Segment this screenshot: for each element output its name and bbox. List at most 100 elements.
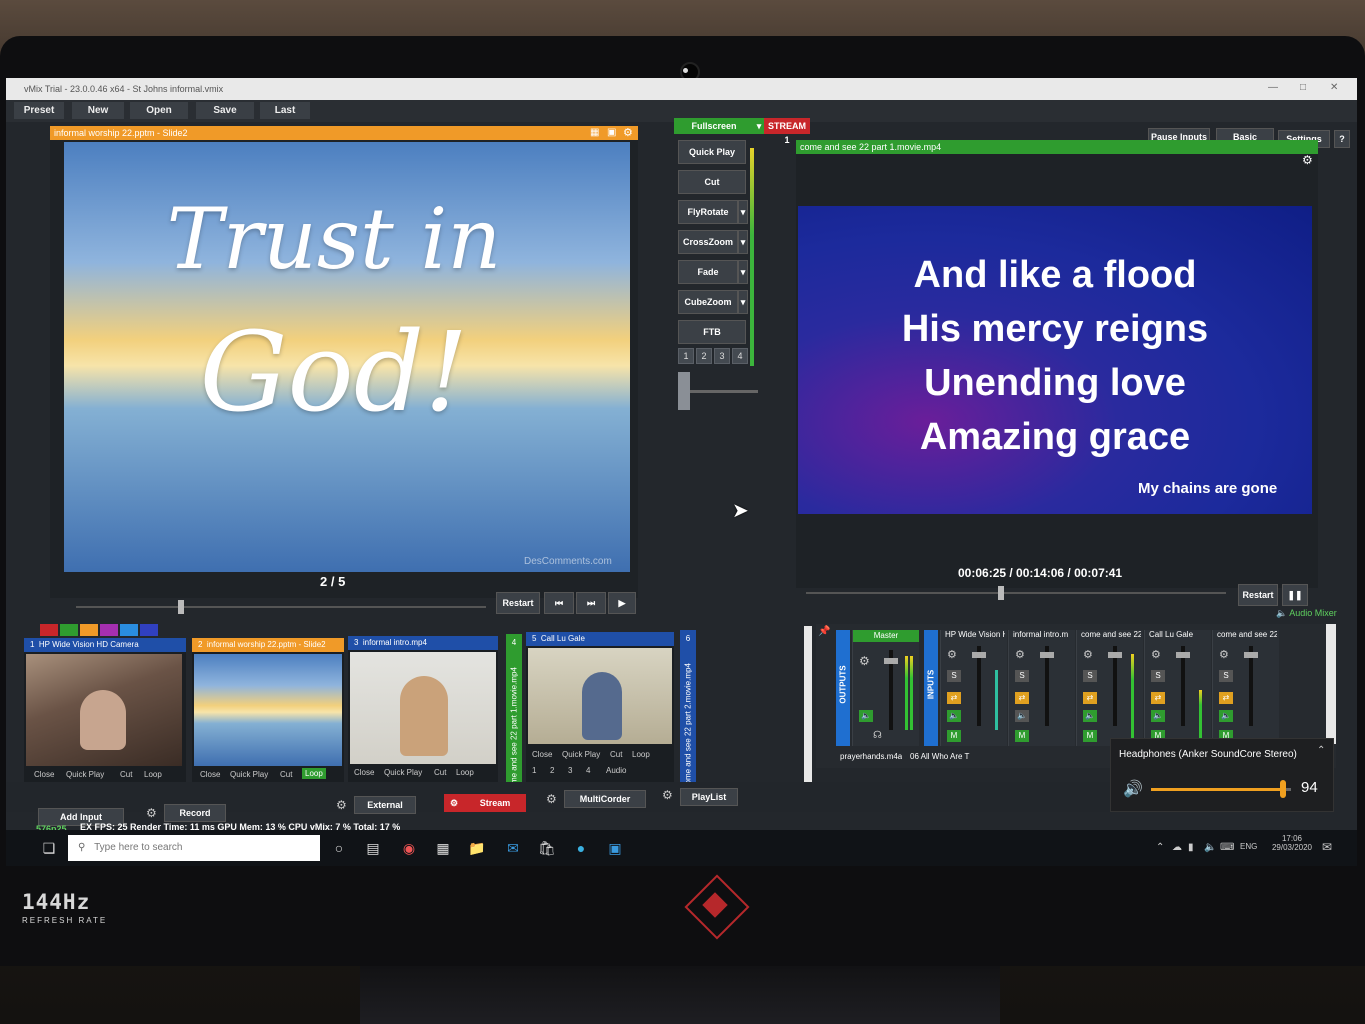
ftb-button[interactable]: FTB [678,320,746,344]
transition-3-button[interactable]: 3 [714,348,730,364]
store-icon[interactable]: 🛍 [538,839,556,857]
record-gear-icon[interactable]: ⚙ [146,806,157,820]
channel-fader-handle[interactable] [1040,652,1054,658]
channel-gear-icon[interactable]: ⚙ [947,648,957,661]
file-explorer-icon[interactable]: 📁 [468,839,486,857]
channel-volume-icon[interactable]: 🔈 [1219,710,1233,722]
channel-mute-button[interactable]: M [947,730,961,742]
channel-route-icon[interactable]: ⇄ [947,692,961,704]
audio-device-name[interactable]: Headphones (Anker SoundCore Stereo) [1119,749,1297,760]
channel-volume-icon[interactable]: 🔈 [1015,710,1029,722]
input-3-quick-play-button[interactable]: Quick Play [384,768,422,777]
pin-icon[interactable]: 📌 [818,626,830,637]
input-3-close-button[interactable]: Close [354,768,374,777]
channel-mute-button[interactable]: M [1083,730,1097,742]
preview-restart-button[interactable]: Restart [496,592,540,614]
input-tile-5[interactable]: 5 Call Lu Gale Close Quick Play Cut Loop… [526,632,674,788]
input-5-close-button[interactable]: Close [532,750,552,759]
color-swatch-orange[interactable] [80,624,98,636]
flyrotate-button[interactable]: FlyRotate [678,200,738,224]
next-icon[interactable]: ⏭ [576,592,606,614]
previous-icon[interactable]: ⏮ [544,592,574,614]
volume-slider-track[interactable] [1151,788,1291,791]
notifications-icon[interactable]: ✉ [1322,840,1332,854]
input-tile-3[interactable]: 3 informal intro.mp4 Close Quick Play Cu… [348,636,498,802]
color-swatch-red[interactable] [40,624,58,636]
mixer-scrollbar[interactable] [1326,624,1336,744]
input-5-cut-button[interactable]: Cut [610,750,622,759]
channel-route-icon[interactable]: ⇄ [1151,692,1165,704]
master-fader-handle[interactable] [884,658,898,664]
headphones-icon[interactable]: ☊ [873,730,882,741]
master-volume-icon[interactable]: 🔈 [859,710,873,722]
channel-mute-button[interactable]: M [1015,730,1029,742]
color-swatch-indigo[interactable] [140,624,158,636]
multicorder-gear-icon[interactable]: ⚙ [546,792,557,806]
volume-tray-icon[interactable]: 🔈 [1204,842,1216,853]
fullscreen-dropdown-icon[interactable]: ▾ [754,118,764,134]
channel-volume-icon[interactable]: 🔈 [947,710,961,722]
channel-fader-handle[interactable] [1176,652,1190,658]
input-5-overlay-2[interactable]: 2 [550,766,554,775]
photos-icon[interactable]: ▦ [434,839,452,857]
channel-solo-button[interactable]: S [1015,670,1029,682]
crosszoom-dropdown-icon[interactable]: ▾ [738,230,748,254]
channel-volume-icon[interactable]: 🔈 [1151,710,1165,722]
chrome-icon[interactable]: ◉ [400,839,418,857]
flyrotate-dropdown-icon[interactable]: ▾ [738,200,748,224]
channel-fader-handle[interactable] [1244,652,1258,658]
preset-button[interactable]: Preset [14,102,64,119]
taskbar-search-input[interactable]: ⚲ Type here to search [68,835,320,861]
clock[interactable]: 17:06 29/03/2020 [1270,834,1314,852]
open-button[interactable]: Open [130,102,188,119]
color-swatch-blue[interactable] [120,624,138,636]
channel-solo-button[interactable]: S [947,670,961,682]
input-tile-2[interactable]: 2 informal worship 22.pptm - Slide2 Clos… [192,638,344,804]
channel-gear-icon[interactable]: ⚙ [1151,648,1161,661]
input-2-loop-button[interactable]: Loop [302,768,326,779]
record-button[interactable]: Record [164,804,226,822]
input-tile-4[interactable]: 4 come and see 22 part 1.movie.mp4 [506,634,522,793]
keyboard-icon[interactable]: ⌨ [1220,842,1234,853]
input-3-cut-button[interactable]: Cut [434,768,446,777]
channel-route-icon[interactable]: ⇄ [1083,692,1097,704]
preview-gear-icon[interactable]: ⚙ [623,126,633,139]
preview-seek-track[interactable] [76,606,486,608]
channel-fader-track[interactable] [977,646,981,726]
master-gear-icon[interactable]: ⚙ [859,654,870,668]
t-bar-handle[interactable] [678,372,690,410]
close-icon[interactable]: ✕ [1330,82,1338,93]
channel-route-icon[interactable]: ⇄ [1015,692,1029,704]
tray-chevron-icon[interactable]: ⌃ [1156,842,1164,853]
channel-fader-track[interactable] [1181,646,1185,726]
stream-button[interactable]: Stream [464,794,526,812]
channel-fader-handle[interactable] [1108,652,1122,658]
transition-4-button[interactable]: 4 [732,348,748,364]
input-5-overlay-3[interactable]: 3 [568,766,572,775]
input-tile-6[interactable]: 6 come and see 22 part 2.movie.mp4 [680,630,696,789]
fade-button[interactable]: Fade [678,260,738,284]
battery-icon[interactable]: ▮ [1188,842,1194,853]
volume-slider-thumb[interactable] [1279,780,1286,798]
onedrive-icon[interactable]: ☁ [1172,842,1182,853]
preview-window-icon[interactable]: ▣ [607,127,616,138]
input-1-quick-play-button[interactable]: Quick Play [66,770,104,779]
windows-start-icon[interactable]: ❏ [40,839,58,857]
help-button[interactable]: ? [1334,130,1350,148]
channel-solo-button[interactable]: S [1151,670,1165,682]
new-button[interactable]: New [72,102,124,119]
t-bar-track[interactable] [678,390,758,393]
channel-fader-track[interactable] [1249,646,1253,726]
inputs-scrollbar[interactable] [804,626,812,784]
output-seek-handle[interactable] [998,586,1004,600]
preview-layout-icon[interactable]: ▦ [590,127,599,138]
channel-gear-icon[interactable]: ⚙ [1015,648,1025,661]
input-3-loop-button[interactable]: Loop [456,768,474,777]
input-2-cut-button[interactable]: Cut [280,770,292,779]
crosszoom-button[interactable]: CrossZoom [678,230,738,254]
input-5-loop-button[interactable]: Loop [632,750,650,759]
quick-play-button[interactable]: Quick Play [678,140,746,164]
maximize-icon[interactable]: □ [1300,82,1306,93]
channel-fader-track[interactable] [1113,646,1117,726]
input-1-loop-button[interactable]: Loop [144,770,162,779]
